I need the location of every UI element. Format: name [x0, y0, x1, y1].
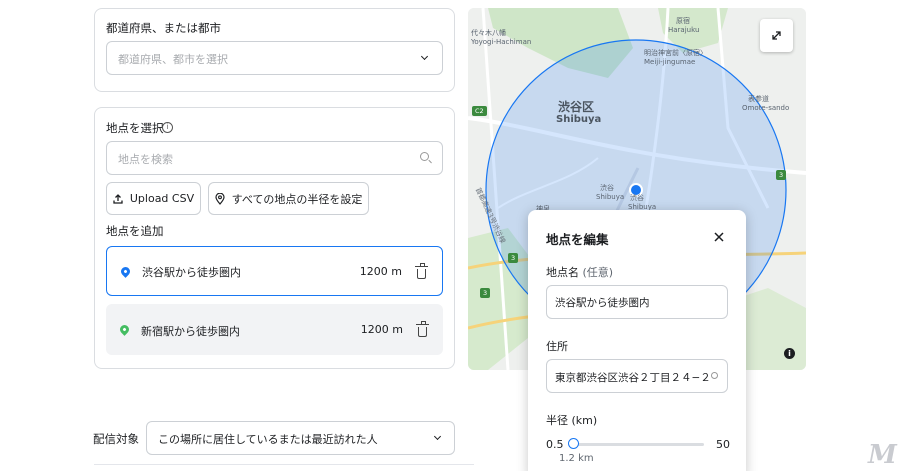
audience-label: 配信対象 — [93, 432, 139, 446]
close-icon[interactable] — [714, 232, 724, 242]
set-radius-all-button[interactable]: すべての地点の半径を設定 — [208, 182, 369, 215]
location-search-placeholder: 地点を検索 — [118, 153, 173, 166]
address-input-value: 東京都渋谷区渋谷２丁目２４−２４ — [555, 372, 711, 384]
location-label: 地点を選択 — [106, 121, 164, 135]
bottom-divider — [94, 464, 474, 465]
name-input-value: 渋谷駅から徒歩圏内 — [555, 297, 650, 309]
upload-csv-button[interactable]: Upload CSV — [106, 182, 201, 215]
name-optional-label: (任意) — [582, 266, 614, 279]
address-label: 住所 — [546, 340, 568, 353]
map-label-shibuya-station-ja: 渋谷 — [600, 184, 614, 192]
location-name: 新宿駅から徒歩圏内 — [141, 325, 240, 338]
route-badge-c2: C2 — [472, 106, 487, 116]
radius-value-label: 1.2 km — [559, 453, 594, 464]
name-label: 地点名 — [546, 266, 579, 279]
audience-select-value: この場所に居住しているまたは最近訪れた人 — [158, 433, 378, 446]
radius-label: 半径 (km) — [546, 414, 598, 427]
name-label-row: 地点名 (任意) — [546, 264, 613, 280]
location-item-shibuya[interactable]: 渋谷駅から徒歩圏内 1200 m — [106, 246, 443, 296]
info-icon[interactable]: i — [162, 122, 173, 133]
trash-icon[interactable] — [415, 263, 428, 279]
map-label-meiji-ja: 明治神宮前〈原宿〉 — [644, 49, 707, 57]
trash-icon[interactable] — [416, 321, 429, 337]
route-badge-3a: 3 — [776, 170, 787, 180]
route-badge-3c: 3 — [480, 288, 491, 298]
map-label-harajuku-ja: 原宿 — [676, 17, 690, 25]
search-icon — [711, 372, 718, 379]
map-label-shibuya-station2-ja: 渋谷 — [630, 194, 644, 202]
expand-icon — [772, 31, 781, 40]
radius-slider-track[interactable] — [577, 443, 704, 446]
map-label-yoyogi-ja: 代々木八幡 — [471, 29, 506, 37]
map-label-omotesando-en: Omote-sando — [742, 104, 790, 112]
radius-max-label: 50 — [716, 438, 730, 451]
map-label-harajuku-en: Harajuku — [668, 26, 700, 34]
map-label-shibuya-station-en: Shibuya — [596, 193, 625, 201]
map-pin-icon — [118, 323, 131, 336]
add-location-label: 地点を追加 — [106, 224, 164, 238]
map-label-district-en: Shibuya — [556, 114, 602, 125]
watermark-logo: M — [868, 440, 897, 470]
map-label-meiji-en: Meiji-jingumae — [644, 58, 696, 66]
set-radius-all-label: すべての地点の半径を設定 — [231, 192, 363, 206]
modal-title: 地点を編集 — [546, 232, 609, 247]
radius-slider-thumb[interactable] — [568, 438, 579, 449]
radius-min-label: 0.5 — [546, 438, 564, 451]
upload-csv-label: Upload CSV — [129, 192, 195, 205]
map-label-district-ja: 渋谷区 — [558, 100, 595, 114]
region-select-placeholder: 都道府県、都市を選択 — [118, 53, 228, 66]
map-label-yoyogi-en: Yoyogi-Hachiman — [471, 38, 532, 46]
expand-button[interactable] — [760, 19, 793, 52]
map-pin-icon — [119, 265, 132, 278]
route-badge-3b: 3 — [508, 253, 519, 263]
map-label-omotesando-ja: 表参道 — [748, 95, 769, 103]
upload-icon — [113, 193, 123, 204]
info-icon[interactable]: i — [784, 348, 795, 359]
location-name: 渋谷駅から徒歩圏内 — [142, 266, 241, 279]
location-distance: 1200 m — [360, 323, 403, 336]
location-pin-icon — [214, 192, 225, 205]
region-label: 都道府県、または都市 — [106, 21, 221, 35]
location-distance: 1200 m — [359, 265, 402, 278]
address-input[interactable]: 東京都渋谷区渋谷２丁目２４−２４ — [546, 359, 728, 393]
location-item-shinjuku[interactable]: 新宿駅から徒歩圏内 1200 m — [106, 304, 443, 355]
